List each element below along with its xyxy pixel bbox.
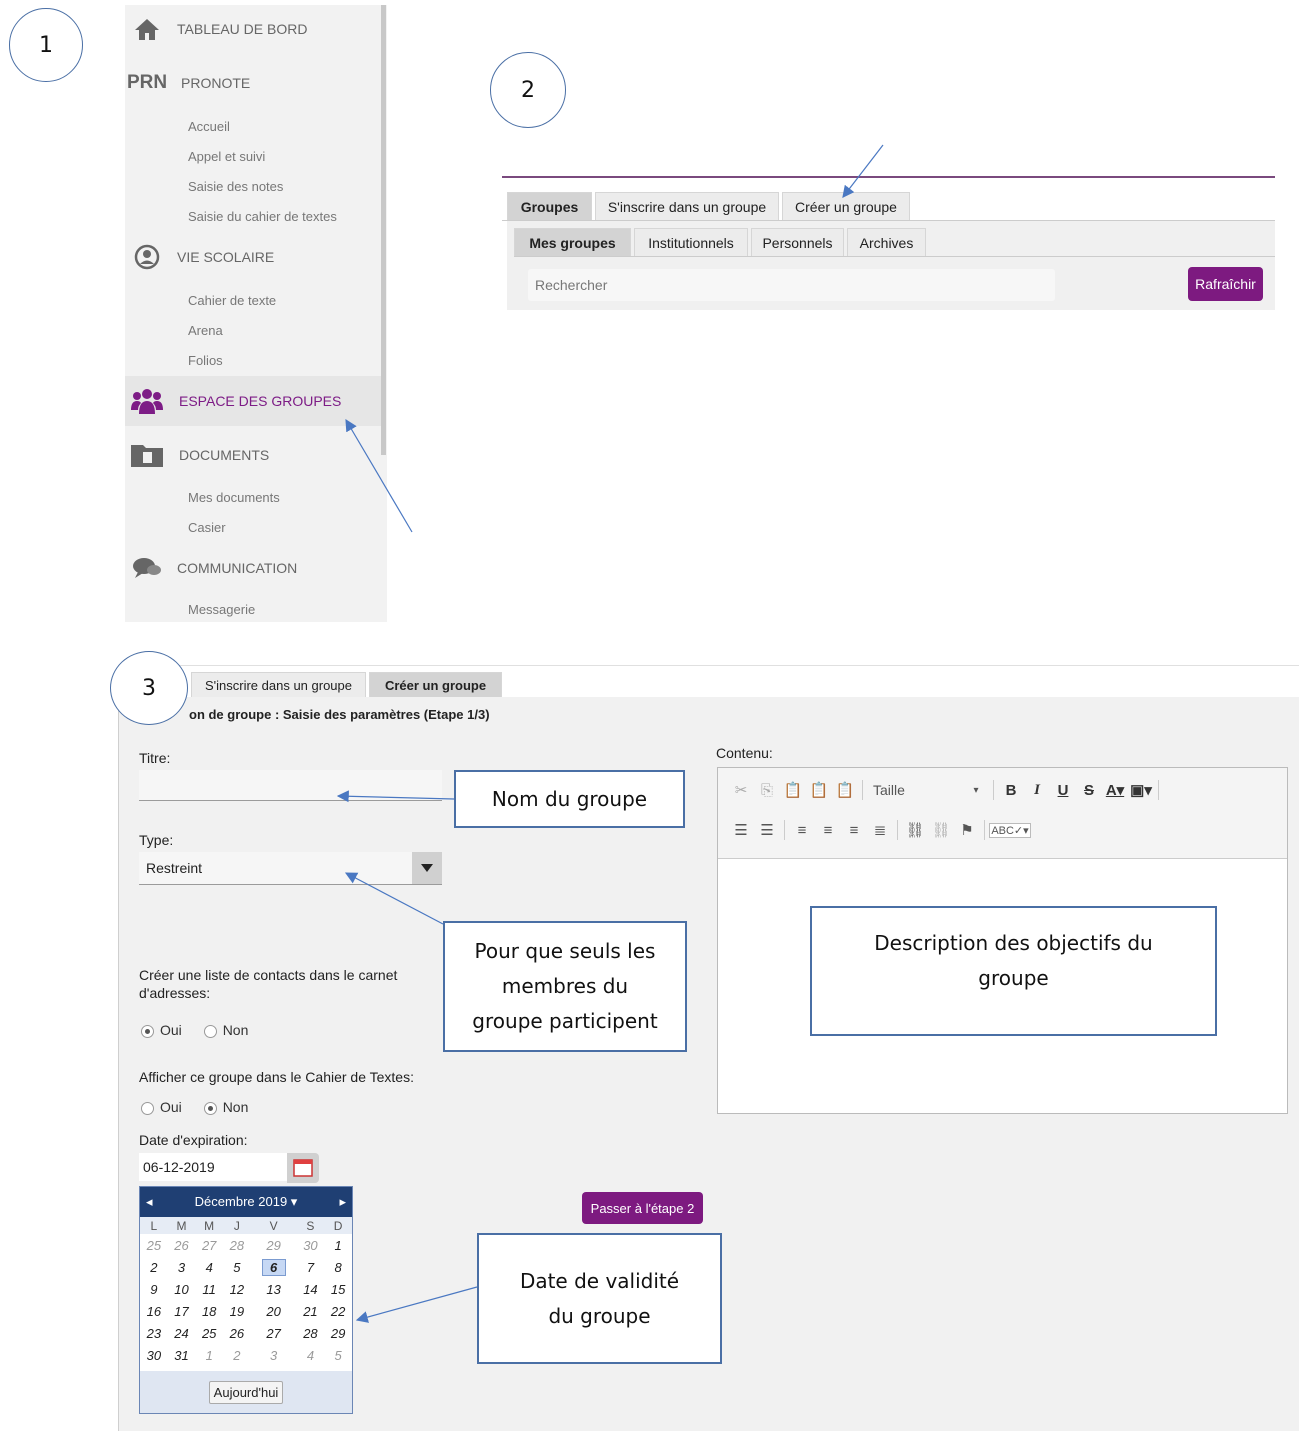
annotation-arrows	[336, 144, 884, 1323]
arrow-to-calendar	[355, 1286, 478, 1323]
arrow-to-type	[344, 872, 444, 925]
arrow-to-creer-groupe	[842, 144, 884, 198]
arrow-to-titre	[336, 790, 455, 803]
arrow-to-espace-groupes	[345, 418, 413, 533]
